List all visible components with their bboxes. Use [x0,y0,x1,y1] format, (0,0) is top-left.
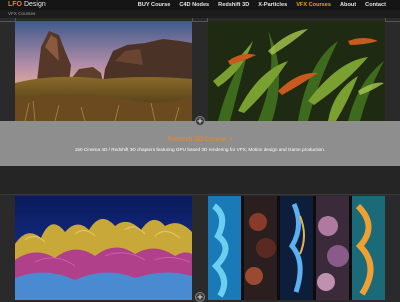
foliage-thumbnail[interactable] [208,21,385,121]
abstract-coral-thumbnail[interactable] [15,196,192,300]
nav-about[interactable]: About [340,2,356,8]
abstract-coral-image [15,196,192,300]
landscape-thumbnail[interactable] [15,21,192,121]
nav-c4d-nodes[interactable]: C4D Nodes [179,2,209,8]
plus-icon[interactable] [195,116,205,126]
plus-icon-bottom[interactable] [195,292,205,302]
grid-line [207,18,208,21]
logo-text: Design [23,1,46,8]
site-logo[interactable]: LFO Design [8,1,46,9]
course-description: 150 Cinema 4D / Redshift 3D chapters fea… [74,147,326,152]
main-menu: BUY Course C4D Nodes Redshift 3D X-Parti… [138,0,386,10]
grid-line [0,21,15,22]
nav-contact[interactable]: Contact [365,2,386,8]
course-title-link[interactable]: Redshift 3D Course > [0,136,400,143]
top-navigation-bar: LFO Design BUY Course C4D Nodes Redshift… [0,0,400,10]
course-feature-banner[interactable]: Redshift 3D Course > 150 Cinema 4D / Red… [0,121,400,166]
render-strips-thumbnail[interactable] [208,196,385,300]
breadcrumb: VFX Courses [0,10,400,18]
grid-line [15,18,16,21]
grid-line [192,21,208,22]
nav-x-particles[interactable]: X-Particles [258,2,287,8]
grid-line [192,18,193,21]
foliage-image [208,21,385,121]
landscape-image [15,21,192,121]
nav-vfx-courses[interactable]: VFX Courses [296,2,331,8]
grid-line [385,21,400,22]
nav-buy-course[interactable]: BUY Course [138,2,171,8]
nav-redshift-3d[interactable]: Redshift 3D [218,2,249,8]
render-strips-image [208,196,385,300]
logo-mark: LFO [8,1,22,8]
grid-line [0,194,400,195]
grid-line [385,18,386,21]
breadcrumb-label[interactable]: VFX Courses [8,11,35,16]
section-gap [0,166,400,195]
